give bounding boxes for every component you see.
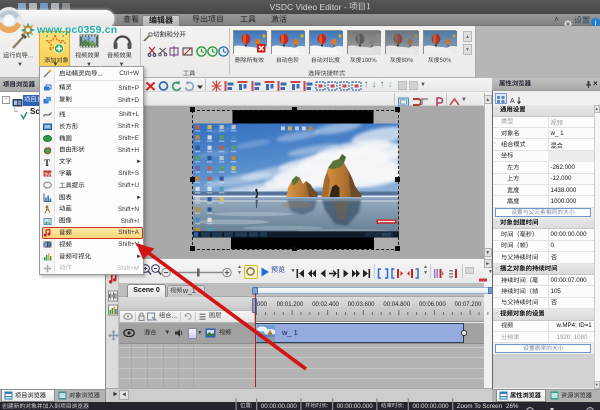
svg-text:00:06.000: 00:06.000 [419, 302, 446, 308]
svg-text:000: 000 [257, 302, 268, 308]
svg-text:SUB: SUB [44, 172, 52, 177]
svg-text:00:07.200: 00:07.200 [455, 302, 482, 308]
svg-text:00:03.600: 00:03.600 [348, 302, 375, 308]
svg-text:00:02.400: 00:02.400 [312, 302, 339, 308]
svg-text:T: T [44, 158, 50, 167]
svg-text:00:04.800: 00:04.800 [383, 302, 410, 308]
svg-text:A: A [510, 98, 515, 105]
svg-text:00:01.200: 00:01.200 [277, 302, 304, 308]
